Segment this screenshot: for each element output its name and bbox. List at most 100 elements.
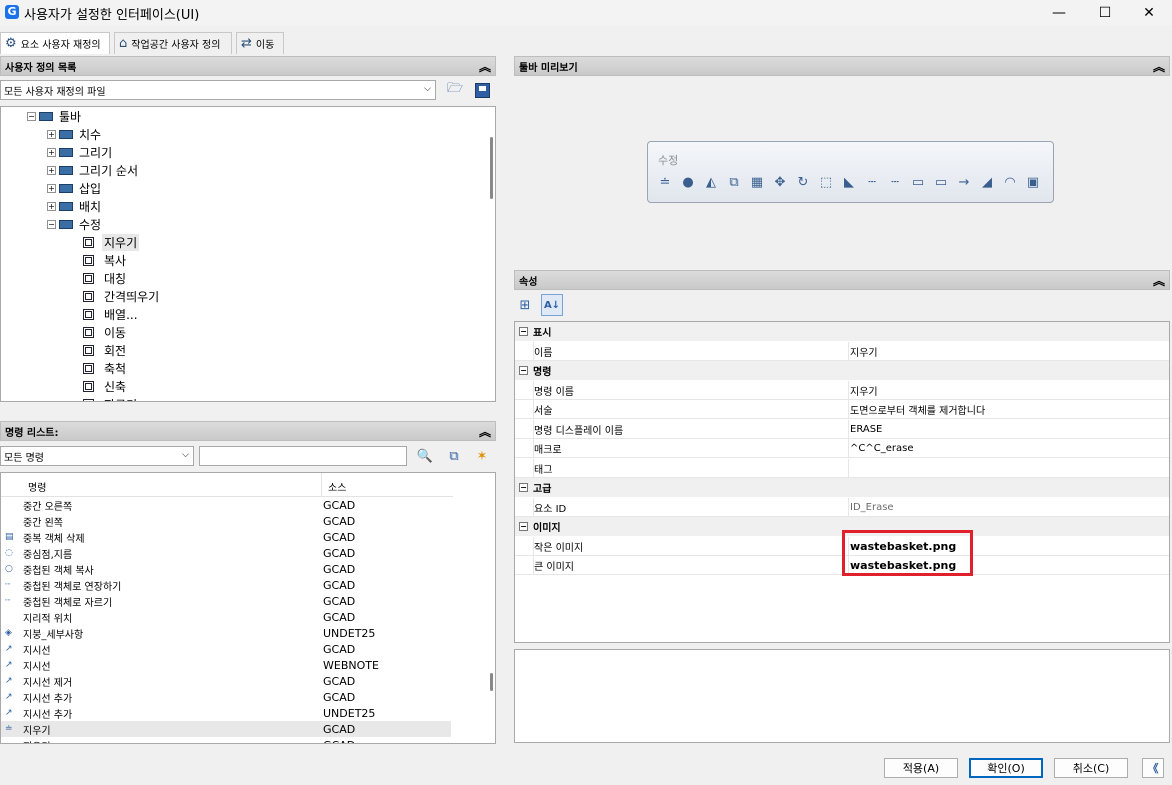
- command-icon: ↗: [5, 676, 13, 686]
- tree-node-label: 이동: [104, 325, 127, 340]
- tree-node[interactable]: + 치수: [47, 125, 103, 143]
- command-list[interactable]: 명령 소스 중간 오른쪽 GCAD 중간 왼쪽 GCAD ▤ 중복 객체 삭제 GCAD ◌ 중…: [0, 472, 496, 744]
- maximize-button[interactable]: ☐: [1082, 0, 1128, 26]
- expand-node-icon[interactable]: +: [47, 201, 56, 211]
- close-button[interactable]: ✕: [1126, 0, 1172, 26]
- tree-node[interactable]: 간격띄우기: [83, 287, 161, 305]
- property-row[interactable]: 이름 지우기: [515, 341, 1169, 361]
- property-name-cell: 매크로: [533, 439, 848, 458]
- tree-node[interactable]: 이동: [83, 323, 128, 341]
- collapse-category-icon[interactable]: −: [519, 366, 528, 375]
- table-row[interactable]: ▭ 지우기 GCAD: [1, 737, 451, 744]
- alphabetical-button[interactable]: A↓: [541, 294, 563, 316]
- property-value[interactable]: 지우기: [848, 341, 878, 361]
- collapse-chevron-icon[interactable]: ︽: [479, 58, 491, 75]
- tree-node[interactable]: 신축: [83, 377, 128, 395]
- command-filter-select[interactable]: 모든 명령 ⌵: [0, 446, 194, 466]
- collapse-chevron-icon[interactable]: ︽: [479, 423, 491, 440]
- property-category[interactable]: − 고급: [515, 478, 1169, 497]
- apply-button[interactable]: 적용(A): [884, 758, 958, 778]
- table-row[interactable]: 중간 오른쪽 GCAD: [1, 497, 451, 513]
- copy-command-button[interactable]: ⧉: [443, 445, 465, 467]
- expand-node-icon[interactable]: +: [47, 183, 56, 193]
- table-row[interactable]: ↗ 지시선 추가 GCAD: [1, 689, 451, 705]
- save-button[interactable]: [471, 79, 493, 101]
- customization-tree[interactable]: − 툴바 + 치수 + 그리기 + 그리기 순서 + 삽입 + 배치 − 수정 지우기복사 대칭 간격띄우기 배열…: [0, 106, 496, 402]
- collapse-node-icon[interactable]: −: [27, 111, 36, 121]
- scrollbar-thumb[interactable]: [490, 137, 493, 199]
- tree-node[interactable]: + 그리기 순서: [47, 161, 140, 179]
- table-row[interactable]: 지리적 위치 GCAD: [1, 609, 451, 625]
- column-header-source[interactable]: 소스: [321, 473, 451, 497]
- table-row[interactable]: ┈ 중첩된 객체로 연장하기 GCAD: [1, 577, 451, 593]
- tree-node[interactable]: 복사: [83, 251, 128, 269]
- property-category[interactable]: − 명령: [515, 361, 1169, 380]
- expand-node-icon[interactable]: +: [47, 165, 56, 175]
- property-row[interactable]: 매크로 ^C^C_erase: [515, 439, 1169, 458]
- categorized-button[interactable]: ⊞: [514, 294, 536, 316]
- tree-node[interactable]: 자르기: [83, 395, 139, 401]
- tree-node[interactable]: + 그리기: [47, 143, 114, 161]
- property-row[interactable]: 명령 이름 지우기: [515, 380, 1169, 400]
- tree-node[interactable]: − 툴바: [27, 107, 83, 125]
- tree-node[interactable]: 지우기: [83, 233, 140, 251]
- tree-node[interactable]: 회전: [83, 341, 128, 359]
- tab-customize[interactable]: ⚙ 요소 사용자 재정의: [0, 32, 110, 54]
- collapse-panel-button[interactable]: 《: [1142, 758, 1164, 778]
- table-row[interactable]: ▤ 중복 객체 삭제 GCAD: [1, 529, 451, 545]
- property-value[interactable]: 지우기: [848, 380, 878, 400]
- search-button[interactable]: 🔍: [414, 445, 436, 467]
- ok-button[interactable]: 확인(O): [969, 758, 1043, 778]
- open-folder-button[interactable]: 🗁: [444, 79, 466, 101]
- floppy-save-icon: [474, 82, 490, 98]
- table-row[interactable]: ↗ 지시선 제거 GCAD: [1, 673, 451, 689]
- expand-node-icon[interactable]: +: [47, 147, 56, 157]
- tab-workspace[interactable]: ⌂ 작업공간 사용자 정의: [114, 32, 232, 54]
- table-row[interactable]: 중간 왼쪽 GCAD: [1, 513, 451, 529]
- new-command-button[interactable]: ✶: [471, 445, 493, 467]
- collapse-category-icon[interactable]: −: [519, 327, 528, 336]
- property-value[interactable]: ERASE: [848, 419, 882, 439]
- property-row[interactable]: 서술 도면으로부터 객체를 제거합니다: [515, 400, 1169, 419]
- property-row[interactable]: 태그: [515, 458, 1169, 478]
- table-row[interactable]: ◈ 지붕_세부사항 UNDET25: [1, 625, 451, 641]
- command-search-input[interactable]: [199, 446, 407, 466]
- tree-node[interactable]: − 수정: [47, 215, 103, 233]
- customization-file-select[interactable]: 모든 사용자 재정의 파일 ⌵: [0, 80, 436, 100]
- scrollbar-thumb[interactable]: [490, 673, 493, 691]
- property-value[interactable]: 도면으로부터 객체를 제거합니다: [848, 400, 985, 419]
- table-row[interactable]: ↗ 지시선 GCAD: [1, 641, 451, 657]
- image-highlight-box: [842, 530, 973, 576]
- tree-node[interactable]: + 삽입: [47, 179, 103, 197]
- property-value[interactable]: ^C^C_erase: [848, 439, 913, 458]
- property-row[interactable]: 요소 ID ID_Erase: [515, 497, 1169, 517]
- table-row[interactable]: ↗ 지시선 추가 UNDET25: [1, 705, 451, 721]
- table-row[interactable]: ↗ 지시선 WEBNOTE: [1, 657, 451, 673]
- tab-transfer[interactable]: ⇄ 이동: [236, 32, 284, 54]
- tree-node-label: 복사: [104, 253, 127, 268]
- property-row[interactable]: 명령 디스플레이 이름 ERASE: [515, 419, 1169, 439]
- minimize-button[interactable]: —: [1036, 0, 1082, 26]
- collapse-chevron-icon[interactable]: ︽: [1153, 272, 1165, 289]
- folder-open-icon: 🗁: [446, 81, 464, 96]
- property-value[interactable]: ID_Erase: [848, 497, 894, 517]
- property-value[interactable]: [848, 458, 850, 478]
- property-category[interactable]: − 표시: [515, 322, 1169, 341]
- expand-node-icon[interactable]: +: [47, 129, 56, 139]
- table-row[interactable]: ┈ 중첩된 객체로 자르기 GCAD: [1, 593, 451, 609]
- tree-node[interactable]: 축척: [83, 359, 128, 377]
- tree-node[interactable]: 대칭: [83, 269, 128, 287]
- table-row[interactable]: ◌ 중심점,지름 GCAD: [1, 545, 451, 561]
- collapse-chevron-icon[interactable]: ︽: [1153, 58, 1165, 75]
- collapse-category-icon[interactable]: −: [519, 483, 528, 492]
- column-header-command[interactable]: 명령: [28, 479, 46, 494]
- property-name-cell: 서술: [533, 400, 848, 419]
- property-grid[interactable]: − 표시 이름 지우기 − 명령 명령 이름 지우기 서술 도면으로부터 객체를 제거합니다 명령 …: [514, 321, 1170, 643]
- cancel-button[interactable]: 취소(C): [1054, 758, 1128, 778]
- table-row[interactable]: ≐ 지우기 GCAD: [1, 721, 451, 737]
- table-row[interactable]: ○ 중첩된 객체 복사 GCAD: [1, 561, 451, 577]
- collapse-node-icon[interactable]: −: [47, 219, 56, 229]
- collapse-category-icon[interactable]: −: [519, 522, 528, 531]
- tree-node[interactable]: 배열...: [83, 305, 140, 323]
- tree-node[interactable]: + 배치: [47, 197, 103, 215]
